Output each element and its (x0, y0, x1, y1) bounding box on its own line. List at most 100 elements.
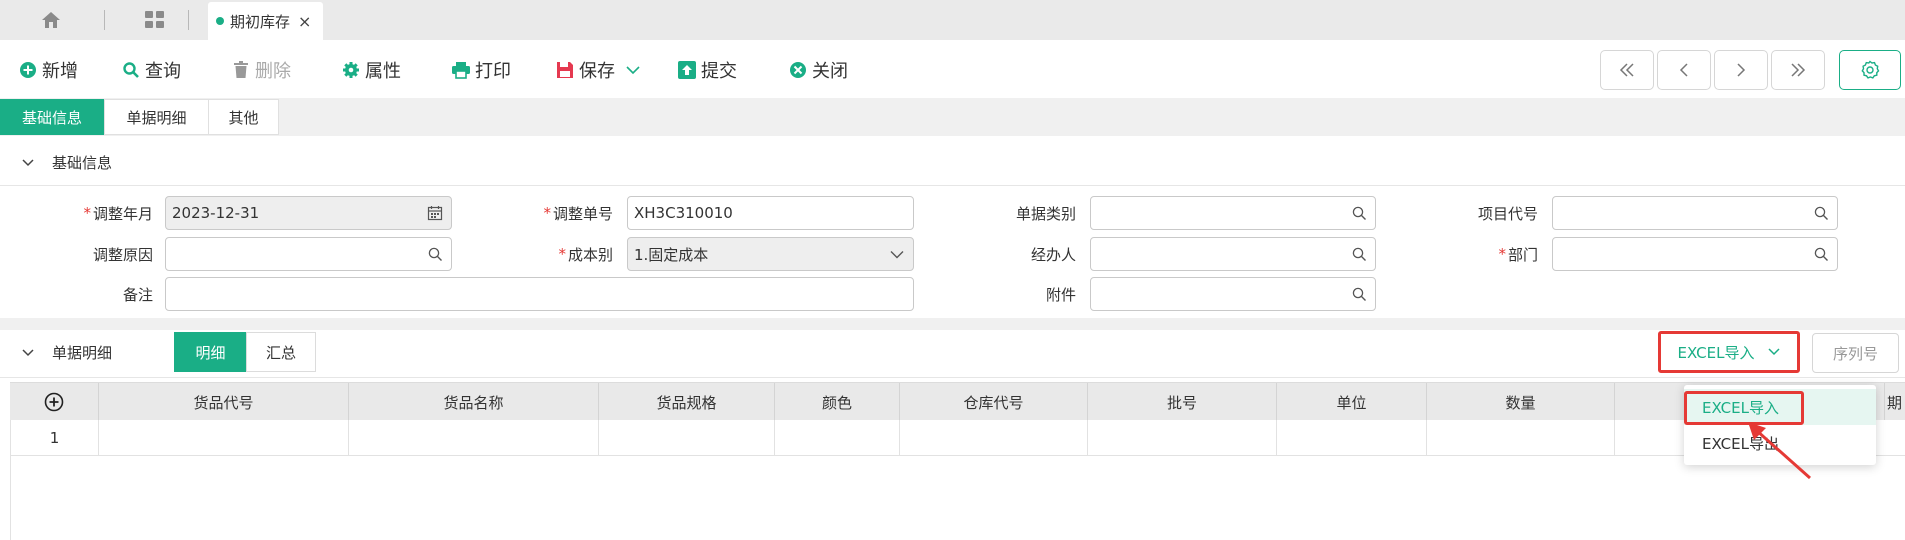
search-icon[interactable] (1813, 205, 1829, 221)
settings-button[interactable] (1839, 50, 1901, 90)
table-cell[interactable] (899, 420, 1087, 456)
new-button[interactable]: 新增 (18, 57, 78, 83)
column-header[interactable]: 数量 (1426, 383, 1614, 421)
project-code-label: 项目代号 (1477, 204, 1538, 223)
column-header[interactable]: 单位 (1276, 383, 1426, 421)
tab-label: 期初库存 (230, 12, 291, 31)
properties-button[interactable]: 属性 (341, 57, 401, 83)
table-cell[interactable] (98, 420, 348, 456)
top-tab-strip: 期初库存 × (0, 0, 1905, 40)
department-field[interactable] (1552, 237, 1838, 271)
annotation-arrow (1748, 422, 1811, 480)
divider (0, 185, 1905, 186)
plus-circle-icon (44, 392, 64, 412)
double-chevron-right-icon (1791, 63, 1806, 77)
submit-label: 提交 (701, 61, 737, 82)
first-record-button[interactable] (1600, 50, 1654, 90)
search-icon[interactable] (1351, 246, 1367, 262)
detail-view-toggle[interactable]: 明细 (174, 332, 247, 372)
last-record-button[interactable] (1771, 50, 1825, 90)
tab-opening-inventory[interactable]: 期初库存 × (208, 2, 323, 40)
save-button[interactable]: 保存 (555, 57, 647, 83)
new-label: 新增 (42, 61, 78, 82)
plus-circle-icon (18, 60, 38, 80)
delete-label: 删除 (255, 61, 291, 82)
adjust-no-value: XH3C310010 (634, 204, 733, 222)
chevron-down-icon (889, 246, 905, 262)
table-cell[interactable] (348, 420, 598, 456)
close-button[interactable]: 关闭 (788, 57, 848, 83)
tab-other[interactable]: 其他 (208, 99, 279, 135)
table-cell[interactable] (1276, 420, 1426, 456)
basic-info-section-header[interactable]: 基础信息 (0, 140, 1905, 184)
adjust-date-label: * 调整年月 (83, 204, 153, 223)
chevron-down-icon[interactable] (623, 60, 643, 80)
row-index: 1 (10, 420, 98, 456)
remark-field[interactable] (165, 277, 914, 311)
table-cell[interactable] (774, 420, 899, 456)
close-tab-icon[interactable]: × (298, 12, 311, 31)
add-row-button[interactable] (10, 383, 98, 421)
properties-label: 属性 (365, 61, 401, 82)
prev-record-button[interactable] (1657, 50, 1711, 90)
tab-separator (104, 10, 105, 30)
serial-number-button[interactable]: 序列号 (1812, 333, 1899, 373)
chevron-down-icon (22, 343, 34, 361)
next-record-button[interactable] (1714, 50, 1768, 90)
upload-icon (677, 60, 697, 80)
query-button[interactable]: 查询 (121, 57, 181, 83)
cost-type-label: * 成本别 (558, 245, 613, 264)
adjust-no-field[interactable]: XH3C310010 (627, 196, 914, 230)
remark-label: 备注 (122, 285, 153, 304)
calendar-icon[interactable] (427, 205, 443, 221)
gear-icon (341, 60, 361, 80)
column-header[interactable]: 颜色 (774, 383, 899, 421)
adjust-reason-label: 调整原因 (92, 245, 153, 264)
attachment-field[interactable] (1090, 277, 1376, 311)
adjust-date-value: 2023-12-31 (172, 204, 260, 222)
search-icon[interactable] (1351, 205, 1367, 221)
table-cell[interactable] (598, 420, 774, 456)
cost-type-value: 1.固定成本 (634, 245, 709, 264)
tab-basic-info[interactable]: 基础信息 (0, 99, 104, 135)
column-header[interactable]: 仓库代号 (899, 383, 1087, 421)
table-cell[interactable] (1426, 420, 1614, 456)
column-header[interactable]: 货品规格 (598, 383, 774, 421)
submit-button[interactable]: 提交 (677, 57, 737, 83)
summary-view-toggle[interactable]: 汇总 (246, 332, 316, 372)
column-header[interactable]: 货品代号 (98, 383, 348, 421)
cost-type-select[interactable]: 1.固定成本 (627, 237, 914, 271)
adjust-date-field[interactable]: 2023-12-31 (165, 196, 452, 230)
doc-type-field[interactable] (1090, 196, 1376, 230)
adjust-reason-field[interactable] (165, 237, 452, 271)
home-tab[interactable] (20, 8, 82, 32)
print-button[interactable]: 打印 (451, 57, 511, 83)
active-dot (216, 17, 224, 25)
handler-field[interactable] (1090, 237, 1376, 271)
tab-document-details[interactable]: 单据明细 (104, 99, 209, 135)
project-code-field[interactable] (1552, 196, 1838, 230)
grid-icon (145, 11, 164, 28)
print-label: 打印 (475, 61, 511, 82)
attachment-label: 附件 (1045, 285, 1076, 304)
table-row[interactable]: 1 (10, 420, 1905, 456)
tab-separator (188, 10, 189, 30)
save-icon (555, 60, 575, 80)
column-header[interactable]: 货品名称 (348, 383, 598, 421)
department-label: * 部门 (1498, 245, 1538, 264)
table-cell[interactable] (1087, 420, 1276, 456)
delete-button[interactable]: 删除 (231, 57, 291, 83)
handler-label: 经办人 (1030, 245, 1076, 264)
app-grid-tab[interactable] (138, 8, 172, 32)
column-header[interactable]: 期 (1884, 383, 1905, 421)
search-icon[interactable] (1351, 286, 1367, 302)
column-header[interactable]: 批号 (1087, 383, 1276, 421)
chevron-left-icon (1679, 63, 1688, 77)
excel-import-button[interactable]: EXCEL导入 (1658, 331, 1800, 373)
search-icon[interactable] (427, 246, 443, 262)
search-icon[interactable] (1813, 246, 1829, 262)
close-label: 关闭 (812, 61, 848, 82)
section-title: 基础信息 (52, 153, 113, 172)
trash-icon (231, 60, 251, 80)
table-body-empty (10, 456, 1905, 540)
